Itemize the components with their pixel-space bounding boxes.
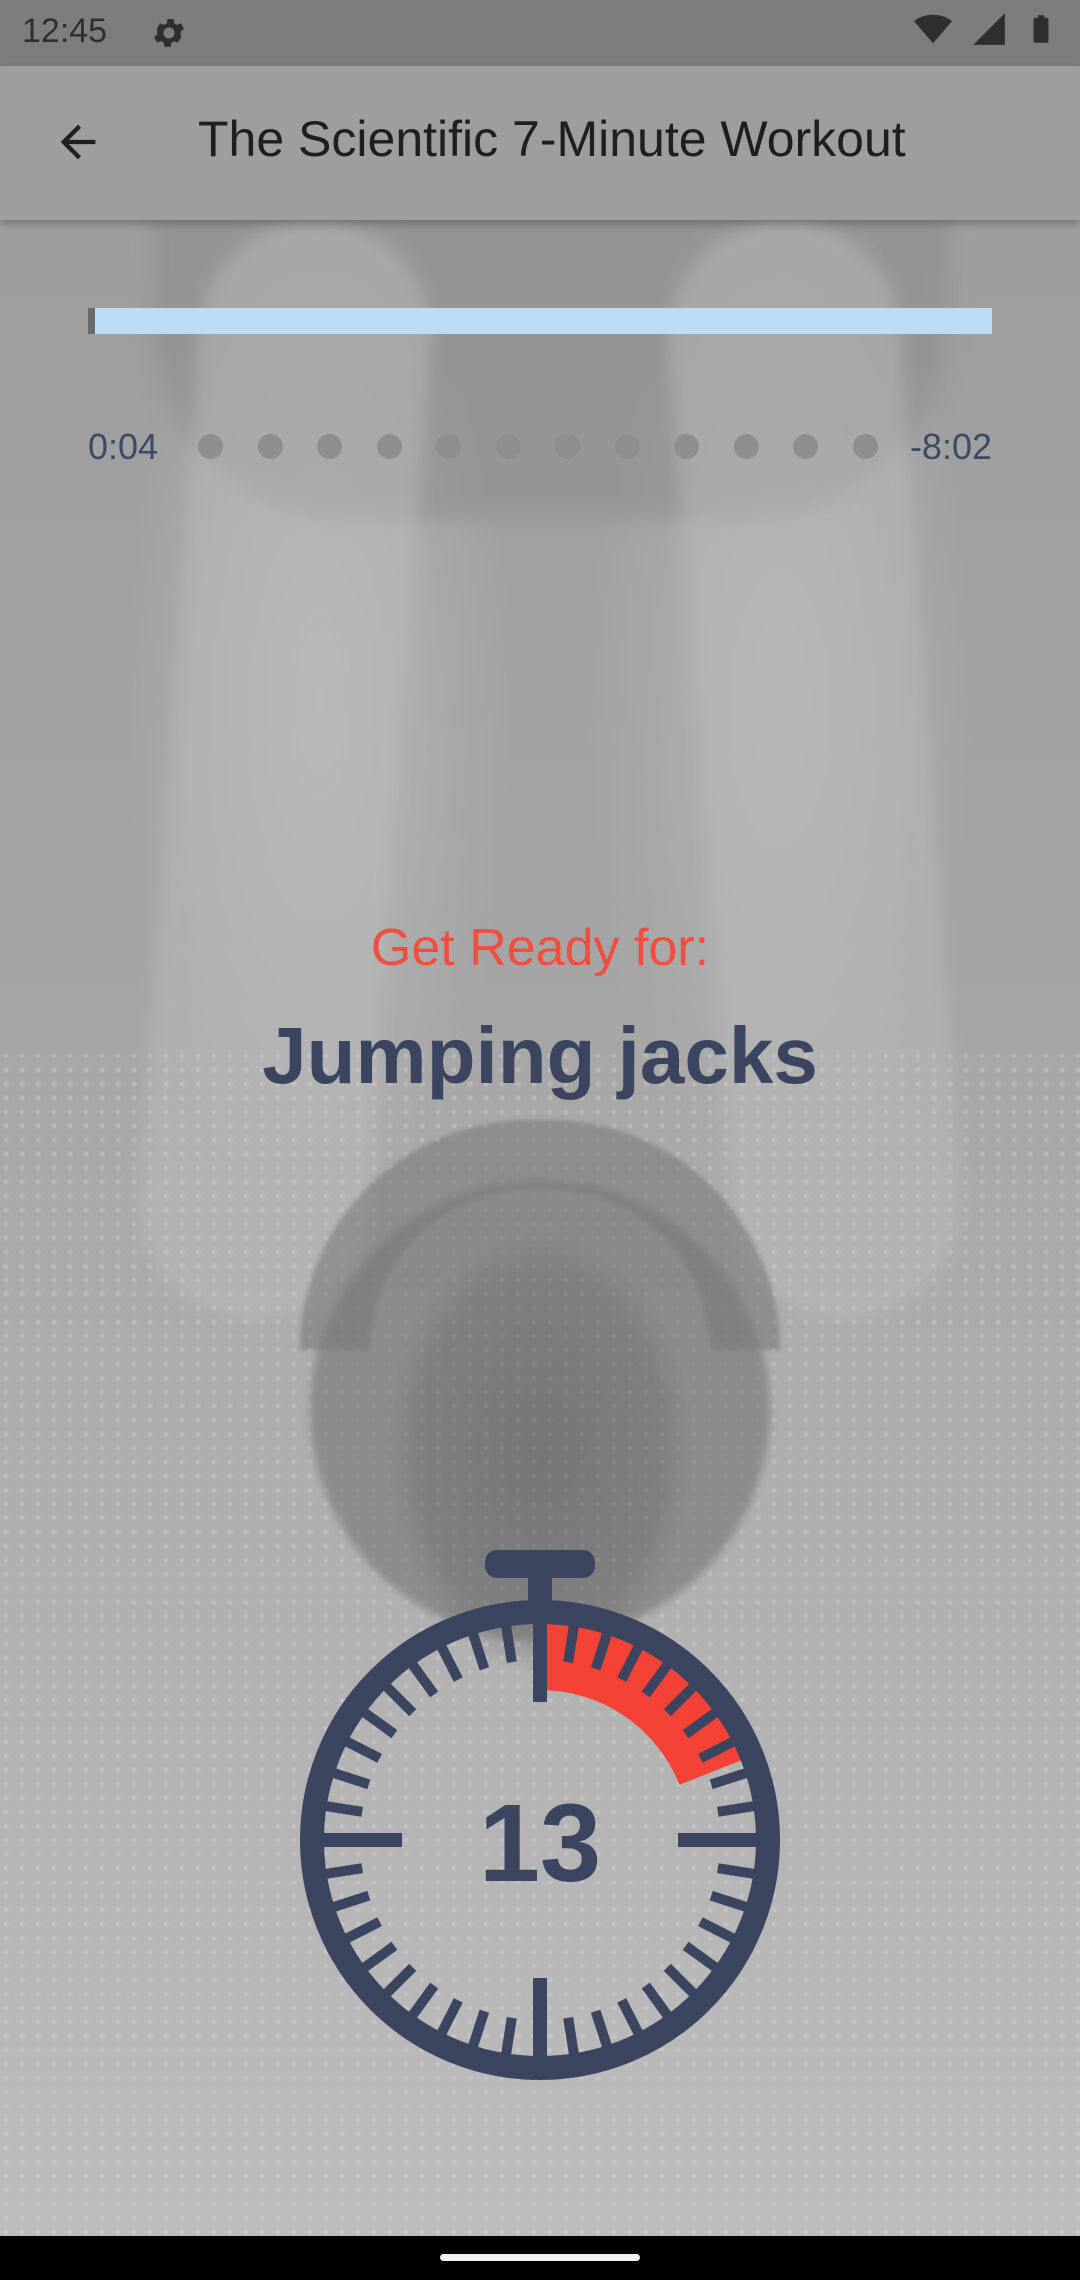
dial-minor-tick xyxy=(467,1631,490,1671)
arrow-back-icon xyxy=(60,124,96,160)
dial-minor-tick xyxy=(563,1623,580,1663)
dial-minor-tick xyxy=(360,1707,398,1739)
wifi-icon xyxy=(914,10,952,57)
stopwatch-crown xyxy=(485,1550,595,1578)
dial-minor-tick xyxy=(407,1660,439,1698)
dial-minor-tick xyxy=(641,1982,673,2020)
gear-icon xyxy=(150,14,188,52)
exercise-dot xyxy=(793,434,819,459)
exercise-dot xyxy=(555,434,581,459)
remaining-time: -8:02 xyxy=(909,426,992,467)
dial-minor-tick xyxy=(500,1623,517,1663)
dial-minor-tick xyxy=(343,1917,382,1944)
workout-progress-bar xyxy=(88,308,992,334)
dial-minor-tick xyxy=(682,1941,720,1973)
dial-minor-tick xyxy=(436,1998,463,2037)
dial-minor-tick xyxy=(698,1917,737,1944)
dial-minor-tick xyxy=(360,1941,398,1973)
exercise-dot xyxy=(674,434,700,459)
exercise-dot xyxy=(376,434,402,459)
status-icons xyxy=(914,12,1056,52)
dial-minor-tick xyxy=(663,1963,698,1998)
home-gesture-handle[interactable] xyxy=(440,2254,640,2261)
exercise-dot xyxy=(257,434,283,459)
dial-minor-tick xyxy=(382,1682,417,1717)
get-ready-label: Get Ready for: xyxy=(370,919,710,977)
workout-progress-fill xyxy=(88,308,96,334)
back-button[interactable] xyxy=(40,104,116,180)
countdown-seconds: 13 xyxy=(478,1782,602,1905)
countdown-timer: 13 xyxy=(280,1530,800,2110)
dial-minor-tick xyxy=(382,1963,417,1998)
dial-minor-tick xyxy=(436,1643,463,1682)
dial-minor-tick xyxy=(617,1998,644,2037)
dial-minor-tick xyxy=(590,2009,613,2049)
signal-icon xyxy=(970,10,1008,57)
exercise-dot xyxy=(317,434,343,459)
exercise-dot xyxy=(733,434,759,459)
exercise-dot xyxy=(495,434,521,459)
status-time: 12:45 xyxy=(22,12,108,50)
exercise-dot xyxy=(614,434,640,459)
exercise-dot xyxy=(436,434,462,459)
exercise-dots xyxy=(198,434,878,460)
navigation-bar xyxy=(0,2236,1080,2280)
dial-minor-tick xyxy=(343,1736,382,1763)
app-bar: The Scientific 7-Minute Workout xyxy=(0,66,1080,220)
page-title: The Scientific 7-Minute Workout xyxy=(198,111,906,167)
battery-icon xyxy=(1026,10,1056,57)
elapsed-time: 0:04 xyxy=(88,426,159,467)
exercise-dot xyxy=(852,434,878,459)
exercise-name: Jumping jacks xyxy=(262,1011,818,1100)
status-bar: 12:45 xyxy=(0,0,1080,66)
dial-minor-tick xyxy=(563,2017,580,2057)
dial-minor-tick xyxy=(467,2009,490,2049)
dial-minor-tick xyxy=(500,2017,517,2057)
dial-minor-tick xyxy=(407,1982,439,2020)
exercise-dot xyxy=(198,434,223,459)
